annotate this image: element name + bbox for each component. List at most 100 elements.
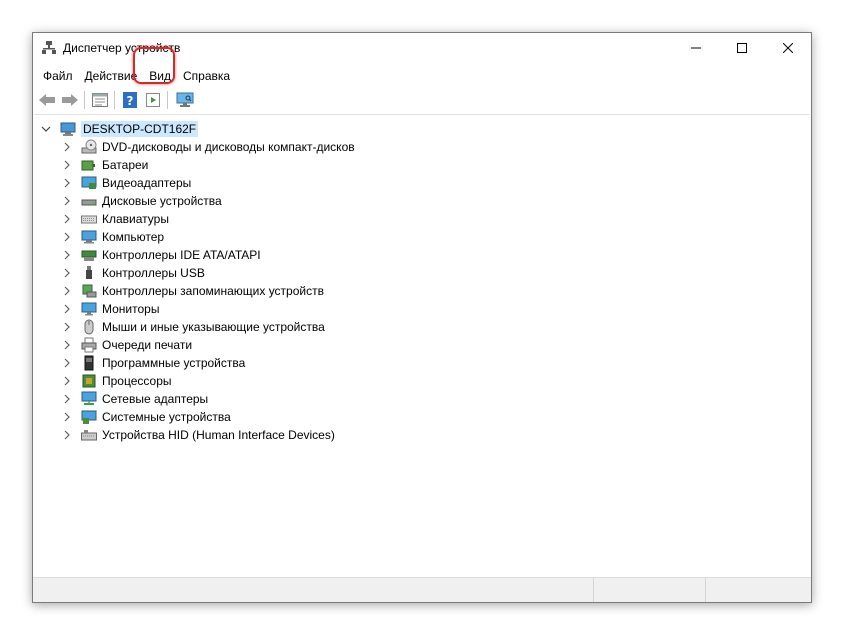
- tree-item-label: Контроллеры USB: [102, 266, 205, 280]
- run-icon: [146, 93, 160, 107]
- toolbar-separator: [114, 91, 115, 109]
- menu-action[interactable]: Действие: [79, 66, 144, 86]
- tree-item-software-devices[interactable]: Программные устройства: [61, 354, 245, 372]
- printer-icon: [81, 337, 97, 353]
- tree-item-storage-controllers[interactable]: Контроллеры запоминающих устройств: [61, 282, 324, 300]
- tree-item-label: DVD-дисководы и дисководы компакт-дисков: [102, 140, 355, 154]
- chevron-right-icon[interactable]: [61, 339, 73, 351]
- status-bar: [33, 577, 811, 602]
- title-bar[interactable]: Диспетчер устройств: [33, 33, 811, 63]
- menu-file[interactable]: Файл: [33, 66, 79, 86]
- chevron-right-icon[interactable]: [61, 249, 73, 261]
- toolbar-separator: [167, 91, 168, 109]
- scan-hardware-icon: [176, 92, 194, 107]
- minimize-button[interactable]: [673, 33, 719, 63]
- usb-icon: [81, 265, 97, 281]
- chevron-down-icon[interactable]: [40, 123, 52, 135]
- processor-icon: [81, 373, 97, 389]
- chevron-right-icon[interactable]: [61, 177, 73, 189]
- chevron-right-icon[interactable]: [61, 213, 73, 225]
- help-button[interactable]: ?: [119, 89, 141, 111]
- maximize-button[interactable]: [719, 33, 765, 63]
- tree-item-system-devices[interactable]: Системные устройства: [61, 408, 231, 426]
- battery-icon: [81, 157, 97, 173]
- ide-controller-icon: [81, 247, 97, 263]
- tree-root-label: DESKTOP-CDT162F: [81, 121, 199, 137]
- device-manager-icon: [42, 41, 56, 55]
- chevron-right-icon[interactable]: [61, 375, 73, 387]
- chevron-right-icon[interactable]: [61, 159, 73, 171]
- tree-item-usb[interactable]: Контроллеры USB: [61, 264, 205, 282]
- tree-item-label: Контроллеры IDE ATA/ATAPI: [102, 248, 261, 262]
- tree-item-label: Клавиатуры: [102, 212, 169, 226]
- tree-root[interactable]: DESKTOP-CDT162F: [40, 120, 199, 138]
- device-manager-window: Диспетчер устройств Файл Действие Вид Сп…: [32, 32, 812, 603]
- chevron-right-icon[interactable]: [61, 321, 73, 333]
- menu-help[interactable]: Справка: [177, 66, 236, 86]
- mouse-icon: [81, 319, 97, 335]
- toolbar: ?: [33, 88, 811, 112]
- tree-item-label: Контроллеры запоминающих устройств: [102, 284, 324, 298]
- tree-item-label: Сетевые адаптеры: [102, 392, 209, 406]
- tree-item-disk-drives[interactable]: Дисковые устройства: [61, 192, 222, 210]
- chevron-right-icon[interactable]: [61, 285, 73, 297]
- properties-button[interactable]: [89, 89, 111, 111]
- computer-icon: [81, 229, 97, 245]
- storage-controller-icon: [81, 283, 97, 299]
- display-adapter-icon: [81, 175, 97, 191]
- back-button[interactable]: [36, 89, 58, 111]
- tree-item-batteries[interactable]: Батареи: [61, 156, 148, 174]
- chevron-right-icon[interactable]: [61, 141, 73, 153]
- tree-item-print-queues[interactable]: Очереди печати: [61, 336, 192, 354]
- window-title: Диспетчер устройств: [63, 41, 181, 55]
- monitor-icon: [81, 301, 97, 317]
- chevron-right-icon[interactable]: [61, 393, 73, 405]
- tree-item-computer[interactable]: Компьютер: [61, 228, 164, 246]
- chevron-right-icon[interactable]: [61, 411, 73, 423]
- tree-item-label: Очереди печати: [102, 338, 193, 352]
- tree-item-dvd[interactable]: DVD-дисководы и дисководы компакт-дисков: [61, 138, 355, 156]
- tree-item-network-adapters[interactable]: Сетевые адаптеры: [61, 390, 208, 408]
- tree-item-ide[interactable]: Контроллеры IDE ATA/ATAPI: [61, 246, 261, 264]
- tree-item-hid[interactable]: Устройства HID (Human Interface Devices): [61, 426, 335, 444]
- disk-drive-icon: [81, 193, 97, 209]
- maximize-icon: [737, 43, 747, 53]
- chevron-right-icon[interactable]: [61, 303, 73, 315]
- chevron-right-icon[interactable]: [61, 357, 73, 369]
- help-icon: ?: [123, 92, 137, 108]
- menu-bar: Файл Действие Вид Справка: [33, 66, 811, 86]
- status-pane: [593, 578, 594, 602]
- chevron-right-icon[interactable]: [61, 267, 73, 279]
- menu-view[interactable]: Вид: [143, 66, 177, 86]
- tree-item-label: Видеоадаптеры: [102, 176, 192, 190]
- chevron-right-icon[interactable]: [61, 429, 73, 441]
- chevron-right-icon[interactable]: [61, 231, 73, 243]
- device-tree[interactable]: DESKTOP-CDT162F DVD-дисководы и дисковод…: [34, 114, 810, 577]
- tree-item-mice[interactable]: Мыши и иные указывающие устройства: [61, 318, 325, 336]
- tree-item-label: Устройства HID (Human Interface Devices): [102, 428, 335, 442]
- network-adapter-icon: [81, 391, 97, 407]
- back-arrow-icon: [39, 94, 55, 106]
- forward-arrow-icon: [62, 94, 78, 106]
- tree-item-label: Компьютер: [102, 230, 165, 244]
- toolbar-separator: [84, 91, 85, 109]
- tree-item-keyboards[interactable]: Клавиатуры: [61, 210, 169, 228]
- tree-item-label: Мониторы: [102, 302, 160, 316]
- keyboard-icon: [81, 211, 97, 227]
- computer-root-icon: [60, 121, 76, 137]
- chevron-right-icon[interactable]: [61, 195, 73, 207]
- tree-item-label: Дисковые устройства: [102, 194, 222, 208]
- tree-item-display-adapters[interactable]: Видеоадаптеры: [61, 174, 191, 192]
- system-device-icon: [81, 409, 97, 425]
- close-button[interactable]: [765, 33, 811, 63]
- tree-item-processors[interactable]: Процессоры: [61, 372, 172, 390]
- forward-button[interactable]: [59, 89, 81, 111]
- hid-icon: [81, 427, 97, 443]
- scan-hardware-button[interactable]: [174, 89, 196, 111]
- software-device-icon: [81, 355, 97, 371]
- tree-item-label: Системные устройства: [102, 410, 231, 424]
- minimize-icon: [691, 47, 701, 49]
- run-button[interactable]: [142, 89, 164, 111]
- tree-item-monitors[interactable]: Мониторы: [61, 300, 159, 318]
- tree-item-label: Батареи: [102, 158, 149, 172]
